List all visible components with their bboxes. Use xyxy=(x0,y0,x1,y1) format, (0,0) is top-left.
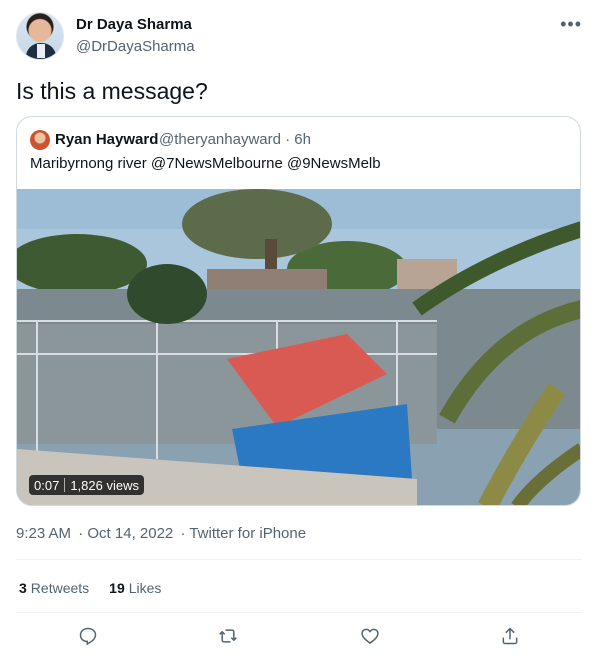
like-button[interactable] xyxy=(354,620,386,652)
tweet-text: Is this a message? xyxy=(16,78,208,104)
tweet-metadata: 9:23 AM · Oct 14, 2022 · Twitter for iPh… xyxy=(16,525,309,542)
tweet-header: Dr Daya Sharma @DrDayaSharma ••• xyxy=(16,12,582,62)
retweets-stat[interactable]: 3 Retweets xyxy=(19,580,89,596)
quoted-author-handle: @theryanhayward · 6h xyxy=(159,131,311,148)
video-views: 1,826 views xyxy=(70,477,139,493)
reply-button[interactable] xyxy=(72,620,104,652)
more-options-icon[interactable]: ••• xyxy=(560,14,582,35)
author-name[interactable]: Dr Daya Sharma xyxy=(76,16,192,33)
quoted-author-avatar xyxy=(30,130,50,150)
quoted-tweet-text: Maribyrnong river @7NewsMelbourne @9News… xyxy=(30,155,381,172)
retweet-button[interactable] xyxy=(212,620,244,652)
author-avatar[interactable] xyxy=(16,12,64,60)
heart-icon xyxy=(361,628,379,645)
quoted-author-name: Ryan Hayward xyxy=(55,131,159,148)
share-icon xyxy=(502,627,518,645)
likes-label: Likes xyxy=(128,580,162,596)
tweet-stats: 3 Retweets 19 Likes xyxy=(19,580,161,596)
video-info-badge: 0:07 1,826 views xyxy=(29,475,144,495)
share-button[interactable] xyxy=(494,620,526,652)
retweets-count: 3 xyxy=(19,580,27,596)
avatar-shirt xyxy=(37,44,45,58)
author-handle[interactable]: @DrDayaSharma xyxy=(76,38,195,55)
reply-icon xyxy=(79,627,97,646)
retweets-label: Retweets xyxy=(30,580,90,596)
likes-stat[interactable]: 19 Likes xyxy=(109,580,161,596)
likes-count: 19 xyxy=(109,580,125,596)
quoted-tweet[interactable]: Ryan Hayward @theryanhayward · 6h Mariby… xyxy=(16,116,581,506)
tweet-time[interactable]: 9:23 AM xyxy=(16,525,71,542)
tweet-source[interactable]: · Twitter for iPhone xyxy=(180,525,306,542)
divider xyxy=(16,559,582,560)
tweet-date[interactable]: · Oct 14, 2022 xyxy=(78,525,173,542)
tweet-actions xyxy=(16,620,582,652)
video-duration: 0:07 xyxy=(34,477,60,493)
video-frame xyxy=(17,189,580,505)
divider xyxy=(16,612,582,613)
retweet-icon xyxy=(219,629,237,643)
video-player[interactable]: 0:07 1,826 views xyxy=(17,189,580,505)
